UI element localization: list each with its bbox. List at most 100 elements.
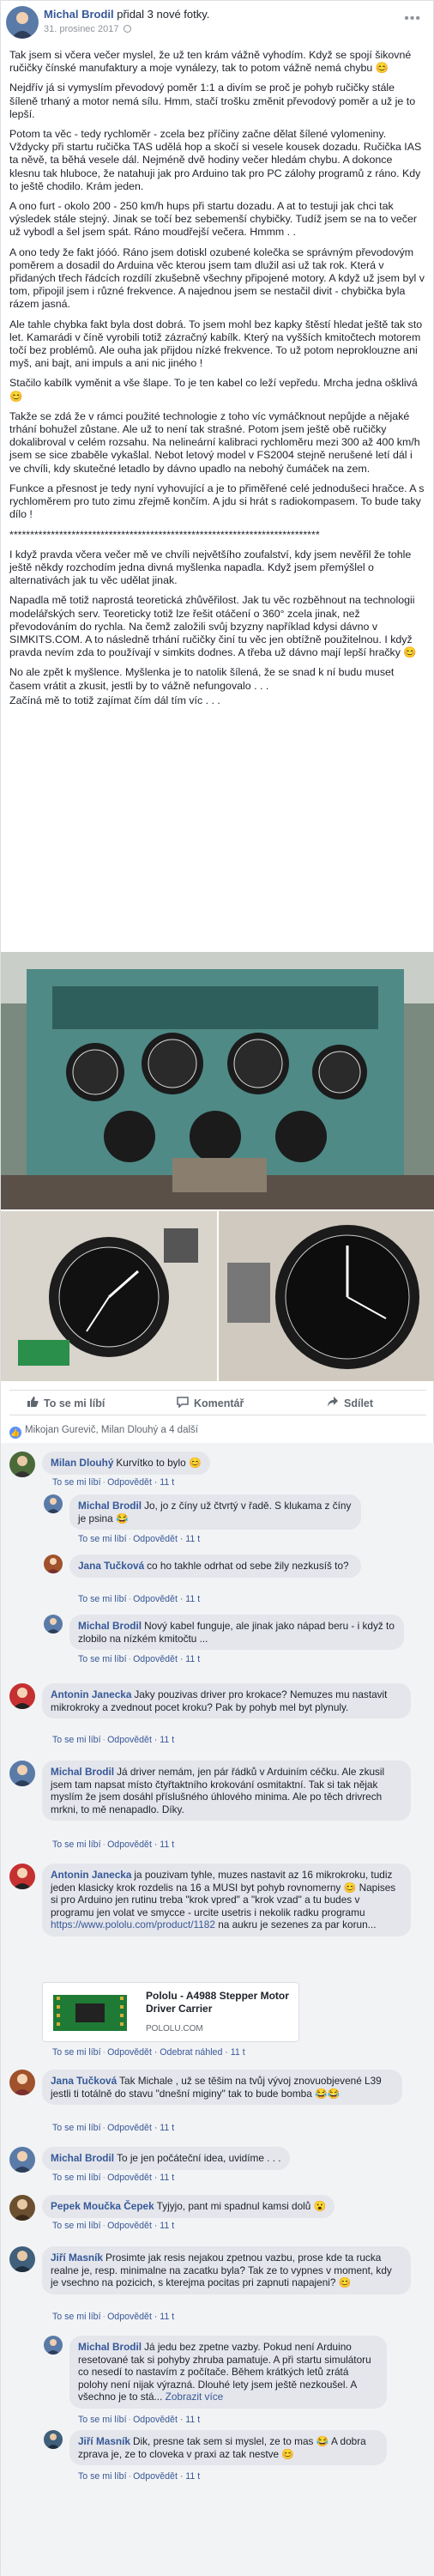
- post-body: Tak jsem si včera večer myslel, že už te…: [9, 49, 425, 714]
- comment-bubble: Antonin Janecka Jaky pouzivas driver pro …: [42, 1683, 411, 1719]
- like-button[interactable]: To se mi líbí: [27, 1391, 105, 1416]
- comment-meta[interactable]: Odpovědět · 11 t: [107, 2312, 174, 2322]
- photo-grid: [1, 952, 434, 1381]
- post-paragraph: Takže se zdá že v rámci použité technolo…: [9, 409, 420, 475]
- see-more-link[interactable]: Zobrazit více: [166, 2391, 224, 2403]
- post-paragraph: A ono tedy že fakt jóóó. Ráno jsem dotis…: [9, 245, 425, 311]
- comment-author[interactable]: Jiří Masník: [51, 2252, 103, 2264]
- comment-author[interactable]: Jana Tučková: [51, 2075, 117, 2087]
- post-paragraph: I když pravda včera večer mě ve chvíli n…: [9, 548, 412, 587]
- comment-like-link[interactable]: To se mi líbí: [52, 2123, 101, 2133]
- comment-bubble: Antonin Janecka ja pouzivam tyhle, muzes …: [42, 1864, 411, 1937]
- commenter-avatar[interactable]: [9, 2195, 35, 2221]
- commenter-avatar[interactable]: [9, 1864, 35, 1889]
- comment-like-link[interactable]: To se mi líbí: [78, 1654, 127, 1664]
- post-date[interactable]: 31. prosinec 2017: [44, 24, 118, 34]
- comment-actions: To se mi líbí · Odpovědět · 11 t: [52, 2312, 175, 2322]
- author-avatar[interactable]: [6, 6, 39, 39]
- commenter-avatar[interactable]: [9, 2147, 35, 2173]
- comment-like-link[interactable]: To se mi líbí: [52, 1735, 101, 1745]
- comment-like-link[interactable]: To se mi líbí: [52, 2173, 101, 2183]
- preview-title: Pololu - A4988 Stepper Motor Driver Carr…: [146, 1990, 289, 2015]
- comment-meta[interactable]: Odpovědět · 11 t: [133, 2471, 200, 2482]
- comment-actions: To se mi líbí · Odpovědět · 11 t: [78, 1594, 201, 1604]
- comment-author[interactable]: Jiří Masník: [78, 2435, 130, 2447]
- comment-like-link[interactable]: To se mi líbí: [52, 2047, 101, 2058]
- comments-section: Milan Dlouhý Kurvítko to bylo 😊 To se mi …: [1, 1443, 434, 2576]
- commenter-avatar[interactable]: [9, 2246, 35, 2272]
- comment-meta[interactable]: Odpovědět · 11 t: [107, 2221, 174, 2231]
- comment-author[interactable]: Michal Brodil: [78, 1620, 142, 1632]
- comment-author[interactable]: Milan Dlouhý: [51, 1457, 113, 1469]
- post-action-text: přidal 3 nové fotky.: [117, 8, 210, 21]
- comment-author[interactable]: Antonin Janecka: [51, 1688, 131, 1700]
- comment-meta[interactable]: Odpovědět · 11 t: [133, 1594, 200, 1604]
- comment-bubble: Michal Brodil Nový kabel funguje, ale jin…: [69, 1615, 404, 1651]
- comment-like-link[interactable]: To se mi líbí: [78, 1594, 127, 1604]
- comment-like-link[interactable]: To se mi líbí: [52, 1840, 101, 1850]
- post-paragraph: Stačilo kabílk vyměnit a vše šlape. To j…: [9, 377, 418, 403]
- comment-bubble: Michal Brodil Já driver nemám, jen pár řá…: [42, 1761, 411, 1821]
- post-meta: 31. prosinec 2017: [44, 23, 131, 35]
- comment-meta[interactable]: Odpovědět · 11 t: [133, 1534, 200, 1544]
- comment-actions: To se mi líbí · Odpovědět · 11 t: [52, 2221, 175, 2231]
- comment-actions: To se mi líbí · Odpovědět · 11 t: [52, 1477, 175, 1488]
- comment-meta[interactable]: Odpovědět · Odebrat náhled · 11 t: [107, 2047, 245, 2058]
- comment-like-link[interactable]: To se mi líbí: [52, 1477, 101, 1488]
- comment-like-link[interactable]: To se mi líbí: [52, 2221, 101, 2231]
- gauge-parts-photo[interactable]: [1, 1211, 217, 1381]
- comment-author[interactable]: Michal Brodil: [78, 1500, 142, 1512]
- comment-meta[interactable]: Odpovědět · 11 t: [107, 1840, 174, 1850]
- separator-line: ****************************************…: [9, 528, 320, 541]
- share-button[interactable]: Sdílet: [327, 1391, 373, 1416]
- gauge-closeup-photo[interactable]: [219, 1211, 434, 1381]
- commenter-avatar[interactable]: [9, 2070, 35, 2095]
- comment-meta[interactable]: Odpovědět · 11 t: [107, 1477, 174, 1488]
- comment-actions: To se mi líbí · Odpovědět · 11 t: [78, 1534, 201, 1544]
- post-paragraph: A ono furt - okolo 200 - 250 km/h hups p…: [9, 200, 417, 239]
- comment-bubble: Jana Tučková co ho takhle odrhat od sebe …: [69, 1555, 361, 1578]
- post-author-name[interactable]: Michal Brodil: [44, 8, 114, 21]
- comment-bubble: Jana Tučková Tak Michale , už se těšim na…: [42, 2070, 402, 2106]
- post-paragraph: Ale tahle chybka fakt byla dost dobrá. T…: [9, 318, 423, 370]
- comment-actions: To se mi líbí · Odpovědět · 11 t: [52, 1735, 175, 1745]
- commenter-avatar[interactable]: [44, 1494, 63, 1513]
- comment-like-link[interactable]: To se mi líbí: [78, 2415, 127, 2425]
- commenter-avatar[interactable]: [44, 2430, 63, 2449]
- comment-like-link[interactable]: To se mi líbí: [78, 1534, 127, 1544]
- like-reaction-icon: 👍: [9, 1427, 21, 1439]
- comment-author[interactable]: Michal Brodil: [51, 1766, 114, 1778]
- comment-author[interactable]: Pepek Moučka Čepek: [51, 2200, 154, 2212]
- post-action-bar: To se mi líbí Komentář Sdílet: [9, 1390, 426, 1415]
- comment-actions: To se mi líbí · Odpovědět · 11 t: [52, 2173, 175, 2183]
- cockpit-panel-photo[interactable]: [1, 952, 434, 1209]
- comment-link[interactable]: https://www.pololu.com/product/1182: [51, 1918, 215, 1930]
- commenter-avatar[interactable]: [44, 1615, 63, 1633]
- comment-like-link[interactable]: To se mi líbí: [52, 2312, 101, 2322]
- link-preview-card[interactable]: Pololu - A4988 Stepper Motor Driver Carr…: [42, 1982, 299, 2042]
- commenter-avatar[interactable]: [9, 1761, 35, 1786]
- thumbs-up-icon: [27, 1391, 39, 1417]
- comment-meta[interactable]: Odpovědět · 11 t: [107, 2123, 174, 2133]
- comment-meta[interactable]: Odpovědět · 11 t: [107, 2173, 174, 2183]
- post-header: Michal Brodil přidal 3 nové fotky. 31. p…: [6, 4, 430, 44]
- comment-actions: To se mi líbí · Odpovědět · 11 t: [78, 1654, 201, 1664]
- comment-author[interactable]: Michal Brodil: [78, 2341, 142, 2353]
- post-paragraph: Tak jsem si včera večer myslel, že už te…: [9, 49, 412, 75]
- commenter-avatar[interactable]: [44, 2336, 63, 2355]
- comment-meta[interactable]: Odpovědět · 11 t: [133, 1654, 200, 1664]
- commenter-avatar[interactable]: [9, 1683, 35, 1709]
- more-options-icon[interactable]: •••: [404, 11, 421, 27]
- preview-image: [43, 1983, 137, 2041]
- comment-meta[interactable]: Odpovědět · 11 t: [133, 2415, 200, 2425]
- comment-like-link[interactable]: To se mi líbí: [78, 2471, 127, 2482]
- comment-author[interactable]: Antonin Janecka: [51, 1869, 131, 1881]
- reactions-summary[interactable]: 👍 Mikojan Gurevič, Milan Dlouhý a 4 další: [9, 1422, 426, 1439]
- comment-author[interactable]: Jana Tučková: [78, 1560, 144, 1572]
- commenter-avatar[interactable]: [9, 1452, 35, 1477]
- commenter-avatar[interactable]: [44, 1555, 63, 1573]
- post-paragraph: Potom ta věc - tedy rychloměr - zcela be…: [9, 128, 422, 192]
- comment-button[interactable]: Komentář: [177, 1391, 244, 1416]
- comment-meta[interactable]: Odpovědět · 11 t: [107, 1735, 174, 1745]
- comment-author[interactable]: Michal Brodil: [51, 2152, 114, 2164]
